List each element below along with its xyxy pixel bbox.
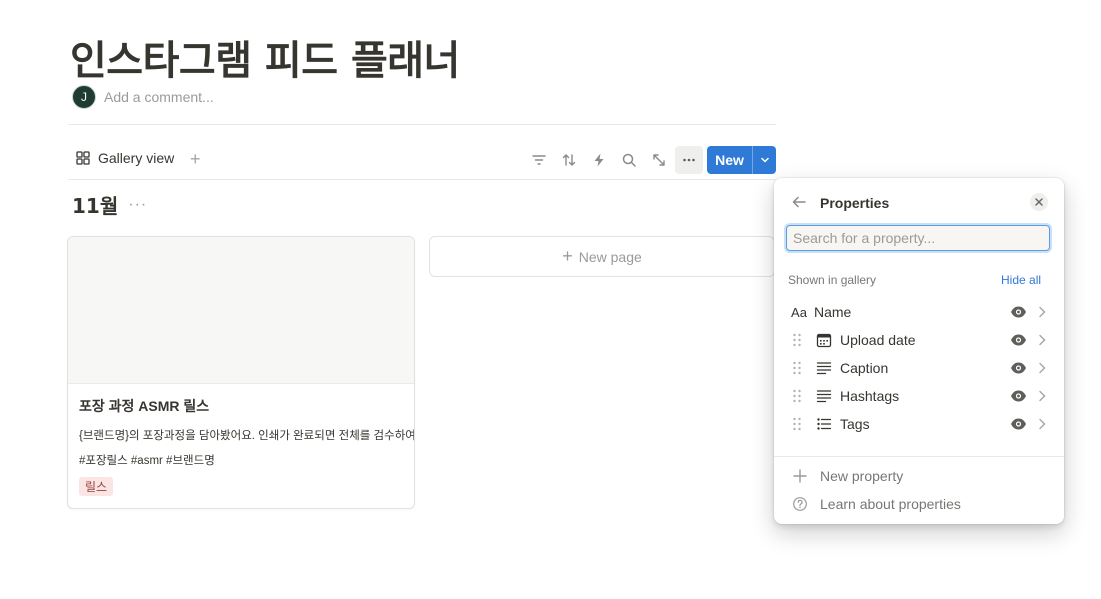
property-row-name[interactable]: Aa Name	[786, 298, 1052, 326]
text-type-icon: Aa	[791, 304, 807, 320]
eye-icon[interactable]	[1010, 389, 1027, 403]
comment-input[interactable]: Add a comment...	[104, 89, 214, 105]
eye-icon[interactable]	[1010, 333, 1027, 347]
view-toolbar: Gallery view + New	[68, 146, 776, 174]
expand-icon[interactable]	[649, 150, 669, 170]
card-title: 포장 과정 ASMR 릴스	[79, 398, 210, 414]
divider	[774, 456, 1064, 457]
property-name: Name	[814, 304, 852, 320]
help-icon	[793, 497, 807, 511]
tab-gallery-view[interactable]: Gallery view	[76, 150, 174, 166]
properties-panel: Properties Shown in gallery Hide all Aa …	[774, 178, 1064, 524]
text-lines-icon	[816, 362, 832, 375]
sort-icon[interactable]	[559, 150, 579, 170]
panel-title: Properties	[820, 195, 890, 211]
property-name: Caption	[840, 360, 889, 376]
close-icon[interactable]	[1030, 193, 1048, 211]
property-row-caption[interactable]: Caption	[786, 354, 1052, 382]
new-page-button[interactable]: + New page	[429, 236, 775, 277]
section-label: Shown in gallery	[788, 273, 877, 287]
calendar-icon	[816, 333, 832, 348]
drag-handle-icon[interactable]	[792, 417, 802, 431]
chevron-right-icon[interactable]	[1037, 332, 1047, 348]
add-view-button[interactable]: +	[190, 149, 201, 169]
new-page-label: New page	[578, 248, 642, 265]
search-icon[interactable]	[619, 150, 639, 170]
property-name: Hashtags	[840, 388, 900, 404]
card-tag: 릴스	[79, 477, 114, 496]
text-lines-icon	[816, 390, 832, 403]
drag-handle-icon[interactable]	[792, 333, 802, 347]
eye-icon[interactable]	[1010, 417, 1027, 431]
gallery-icon	[76, 151, 90, 165]
avatar: J	[72, 85, 96, 109]
property-name: Tags	[840, 416, 870, 432]
chevron-right-icon[interactable]	[1037, 360, 1047, 376]
plus-icon	[793, 469, 807, 483]
drag-handle-icon[interactable]	[792, 361, 802, 375]
group-title[interactable]: 11월	[72, 190, 118, 219]
more-options-icon[interactable]	[675, 146, 703, 174]
drag-handle-icon[interactable]	[792, 389, 802, 403]
property-search-input[interactable]	[786, 225, 1050, 251]
chevron-right-icon[interactable]	[1037, 388, 1047, 404]
hide-all-button[interactable]: Hide all	[1001, 273, 1041, 287]
filter-icon[interactable]	[529, 150, 549, 170]
multi-select-icon	[817, 418, 832, 430]
learn-about-properties-link[interactable]: Learn about properties	[792, 496, 961, 512]
new-dropdown-button[interactable]	[753, 146, 776, 174]
chevron-down-icon	[760, 157, 769, 163]
group-header: 11월 ···	[72, 190, 147, 219]
card-hashtags: #포장릴스 #asmr #브랜드명	[79, 455, 215, 467]
back-arrow-icon[interactable]	[790, 193, 808, 211]
new-property-label: New property	[820, 468, 904, 484]
automation-bolt-icon[interactable]	[589, 150, 609, 170]
plus-icon: +	[562, 246, 573, 266]
chevron-right-icon[interactable]	[1037, 416, 1047, 432]
chevron-right-icon[interactable]	[1037, 304, 1047, 320]
page-title[interactable]: 인스타그램 피드 플래너	[70, 28, 460, 86]
new-property-button[interactable]: New property	[792, 468, 903, 484]
eye-icon[interactable]	[1010, 361, 1027, 375]
gallery-card[interactable]: 포장 과정 ASMR 릴스 {브랜드명}의 포장과정을 담아봤어요. 인쇄가 완…	[67, 236, 415, 509]
new-button-group: New	[707, 146, 776, 174]
learn-properties-label: Learn about properties	[820, 496, 961, 512]
eye-icon[interactable]	[1010, 305, 1027, 319]
property-name: Upload date	[840, 332, 916, 348]
card-caption: {브랜드명}의 포장과정을 담아봤어요. 인쇄가 완료되면 전체를 검수하여	[79, 430, 415, 442]
comment-row[interactable]: J Add a comment...	[72, 85, 214, 109]
property-row-upload-date[interactable]: Upload date	[786, 326, 1052, 354]
group-more-button[interactable]: ···	[128, 196, 147, 214]
tab-label: Gallery view	[98, 150, 175, 166]
new-button[interactable]: New	[707, 146, 752, 174]
divider	[68, 179, 776, 180]
property-row-tags[interactable]: Tags	[786, 410, 1052, 438]
divider	[68, 124, 776, 125]
property-row-hashtags[interactable]: Hashtags	[786, 382, 1052, 410]
card-cover	[68, 237, 414, 384]
